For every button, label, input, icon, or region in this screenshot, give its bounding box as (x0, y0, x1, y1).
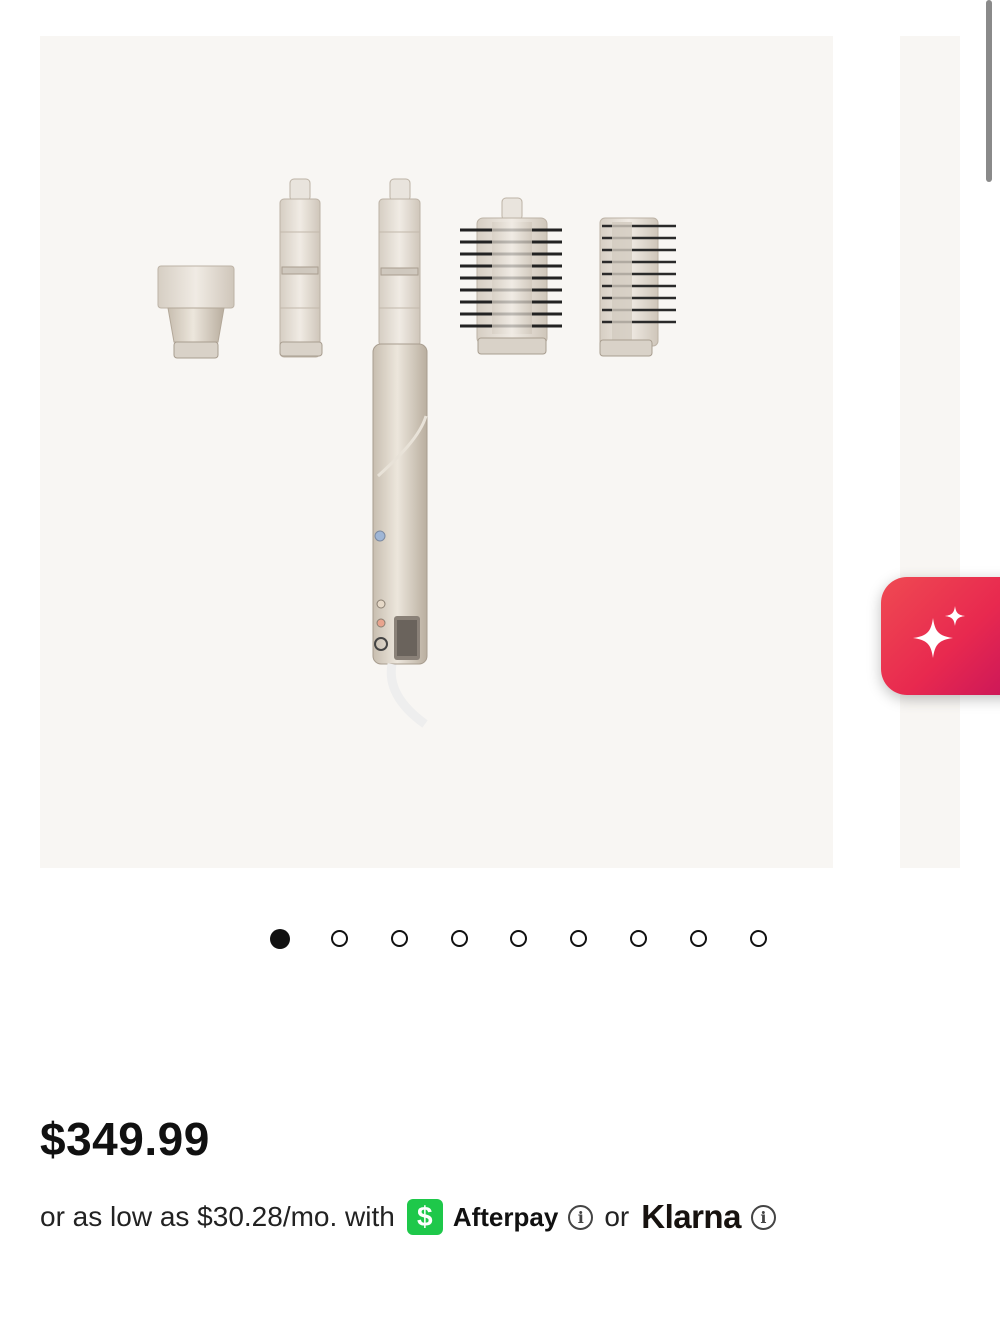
page-scrollbar[interactable] (986, 0, 992, 182)
financing-text: or as low as $30.28/mo. with (40, 1201, 395, 1232)
ai-assistant-button[interactable] (881, 577, 1000, 695)
styler-handle (372, 178, 428, 728)
afterpay-info-icon[interactable]: i (568, 1204, 594, 1230)
round-brush-attachment (460, 197, 562, 355)
carousel-dot-9[interactable] (750, 930, 767, 947)
carousel-pagination (270, 929, 770, 952)
carousel-dot-2[interactable] (331, 930, 348, 947)
product-price: $349.99 (40, 1113, 210, 1165)
product-image (157, 178, 676, 728)
afterpay-logo-icon: $ (406, 1199, 443, 1235)
carousel-dot-7[interactable] (630, 930, 647, 947)
klarna-logo[interactable]: Klarna (641, 1198, 741, 1236)
sparkle-icon (913, 606, 965, 658)
carousel-dot-4[interactable] (451, 930, 468, 947)
paddle-brush-attachment (599, 217, 676, 357)
financing-line: or as low as $30.28/mo. with $ Afterpay … (40, 1196, 776, 1238)
carousel-dot-5[interactable] (510, 930, 527, 947)
product-image-next-peek[interactable] (900, 36, 960, 868)
carousel-dot-3[interactable] (391, 930, 408, 947)
financing-or-text: or (604, 1201, 630, 1232)
klarna-info-icon[interactable]: i (750, 1204, 776, 1230)
carousel-dot-6[interactable] (570, 930, 587, 947)
carousel-dot-1[interactable] (270, 929, 290, 949)
curl-barrel-attachment (279, 178, 323, 358)
product-image-main[interactable] (40, 36, 833, 868)
afterpay-label[interactable]: Afterpay (453, 1202, 558, 1233)
carousel-dot-8[interactable] (690, 930, 707, 947)
concentrator-attachment (157, 265, 235, 359)
